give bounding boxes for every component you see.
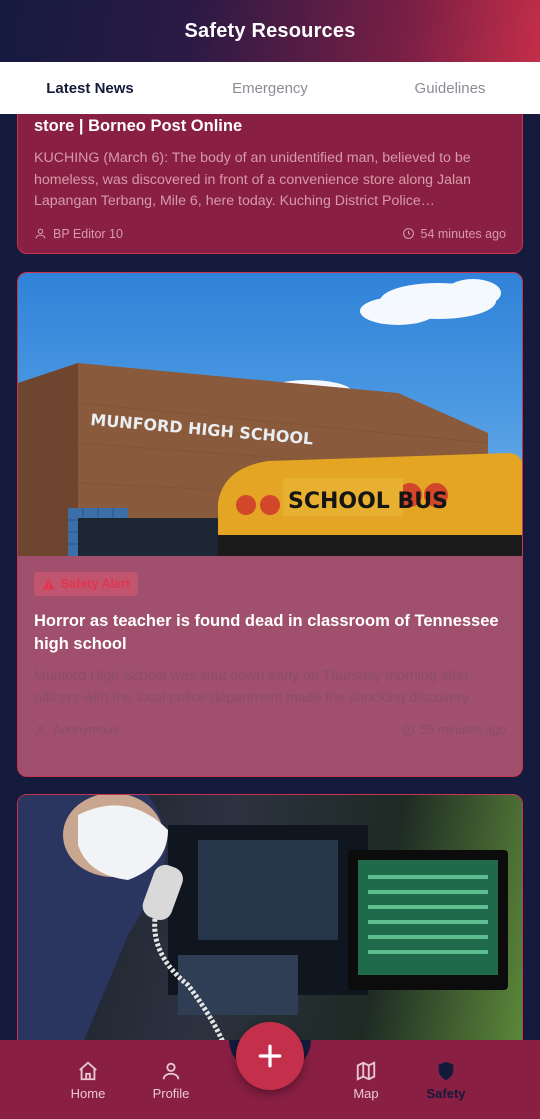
badge-label: Safety Alert <box>61 577 131 591</box>
app-header: Safety Resources <box>0 0 540 62</box>
news-excerpt: Munford High School was shut down early … <box>34 668 470 706</box>
nav-map[interactable]: Map <box>326 1060 406 1101</box>
news-photo <box>18 795 522 1040</box>
news-time: 54 minutes ago <box>402 227 506 241</box>
bus-sign-text: SCHOOL BUS <box>288 489 448 514</box>
nav-safety[interactable]: Safety <box>406 1060 486 1101</box>
news-feed[interactable]: store | Borneo Post Online KUCHING (Marc… <box>0 114 540 1040</box>
news-time: 55 minutes ago <box>402 723 506 737</box>
page-title: Safety Resources <box>184 19 356 42</box>
clock-icon <box>402 228 414 239</box>
time-label: 54 minutes ago <box>420 226 506 241</box>
news-author: Anonymous <box>34 723 119 737</box>
nav-label: Home <box>70 1086 106 1101</box>
news-photo: MUNFORD HIGH SCHOOL SCHOOL BUS <box>18 273 522 556</box>
dispatcher-photo <box>18 795 508 1040</box>
news-meta: BP Editor 10 54 minutes ago <box>34 227 506 241</box>
shield-icon <box>438 1061 454 1081</box>
news-card[interactable]: MUNFORD HIGH SCHOOL SCHOOL BUS Safety Al… <box>17 272 523 777</box>
nav-label: Map <box>353 1086 379 1101</box>
clock-icon <box>402 724 414 736</box>
time-label: 55 minutes ago <box>420 723 506 737</box>
nav-label: Safety <box>426 1086 466 1101</box>
news-author: BP Editor 10 <box>34 227 123 241</box>
user-icon <box>162 1062 180 1080</box>
school-bus-photo: MUNFORD HIGH SCHOOL SCHOOL BUS <box>18 279 522 556</box>
news-title: store | Borneo Post Online <box>34 117 243 135</box>
news-title: Horror as teacher is found dead in class… <box>34 612 499 653</box>
news-meta: Anonymous 55 minutes ago <box>34 723 506 737</box>
tab-guidelines[interactable]: Guidelines <box>360 62 540 114</box>
plus-icon <box>258 1044 282 1068</box>
safety-alert-badge: Safety Alert <box>34 572 139 596</box>
nav-label: Profile <box>152 1086 190 1101</box>
author-name: BP Editor 10 <box>53 226 123 241</box>
tab-latest-news[interactable]: Latest News <box>0 62 180 114</box>
add-button[interactable] <box>236 1022 304 1090</box>
news-card[interactable] <box>17 794 523 1040</box>
news-excerpt: KUCHING (March 6): The body of an uniden… <box>34 150 471 209</box>
author-name: Anonymous <box>53 723 120 737</box>
nav-profile[interactable]: Profile <box>131 1060 211 1101</box>
news-card[interactable]: store | Borneo Post Online KUCHING (Marc… <box>17 114 523 254</box>
map-icon <box>356 1061 376 1081</box>
user-icon <box>35 725 46 735</box>
nav-home[interactable]: Home <box>48 1060 128 1101</box>
tab-bar: Latest News Emergency Guidelines <box>0 62 540 114</box>
tab-emergency[interactable]: Emergency <box>180 62 360 114</box>
user-icon <box>35 228 46 239</box>
warning-icon <box>42 578 55 589</box>
home-icon <box>79 1061 97 1081</box>
